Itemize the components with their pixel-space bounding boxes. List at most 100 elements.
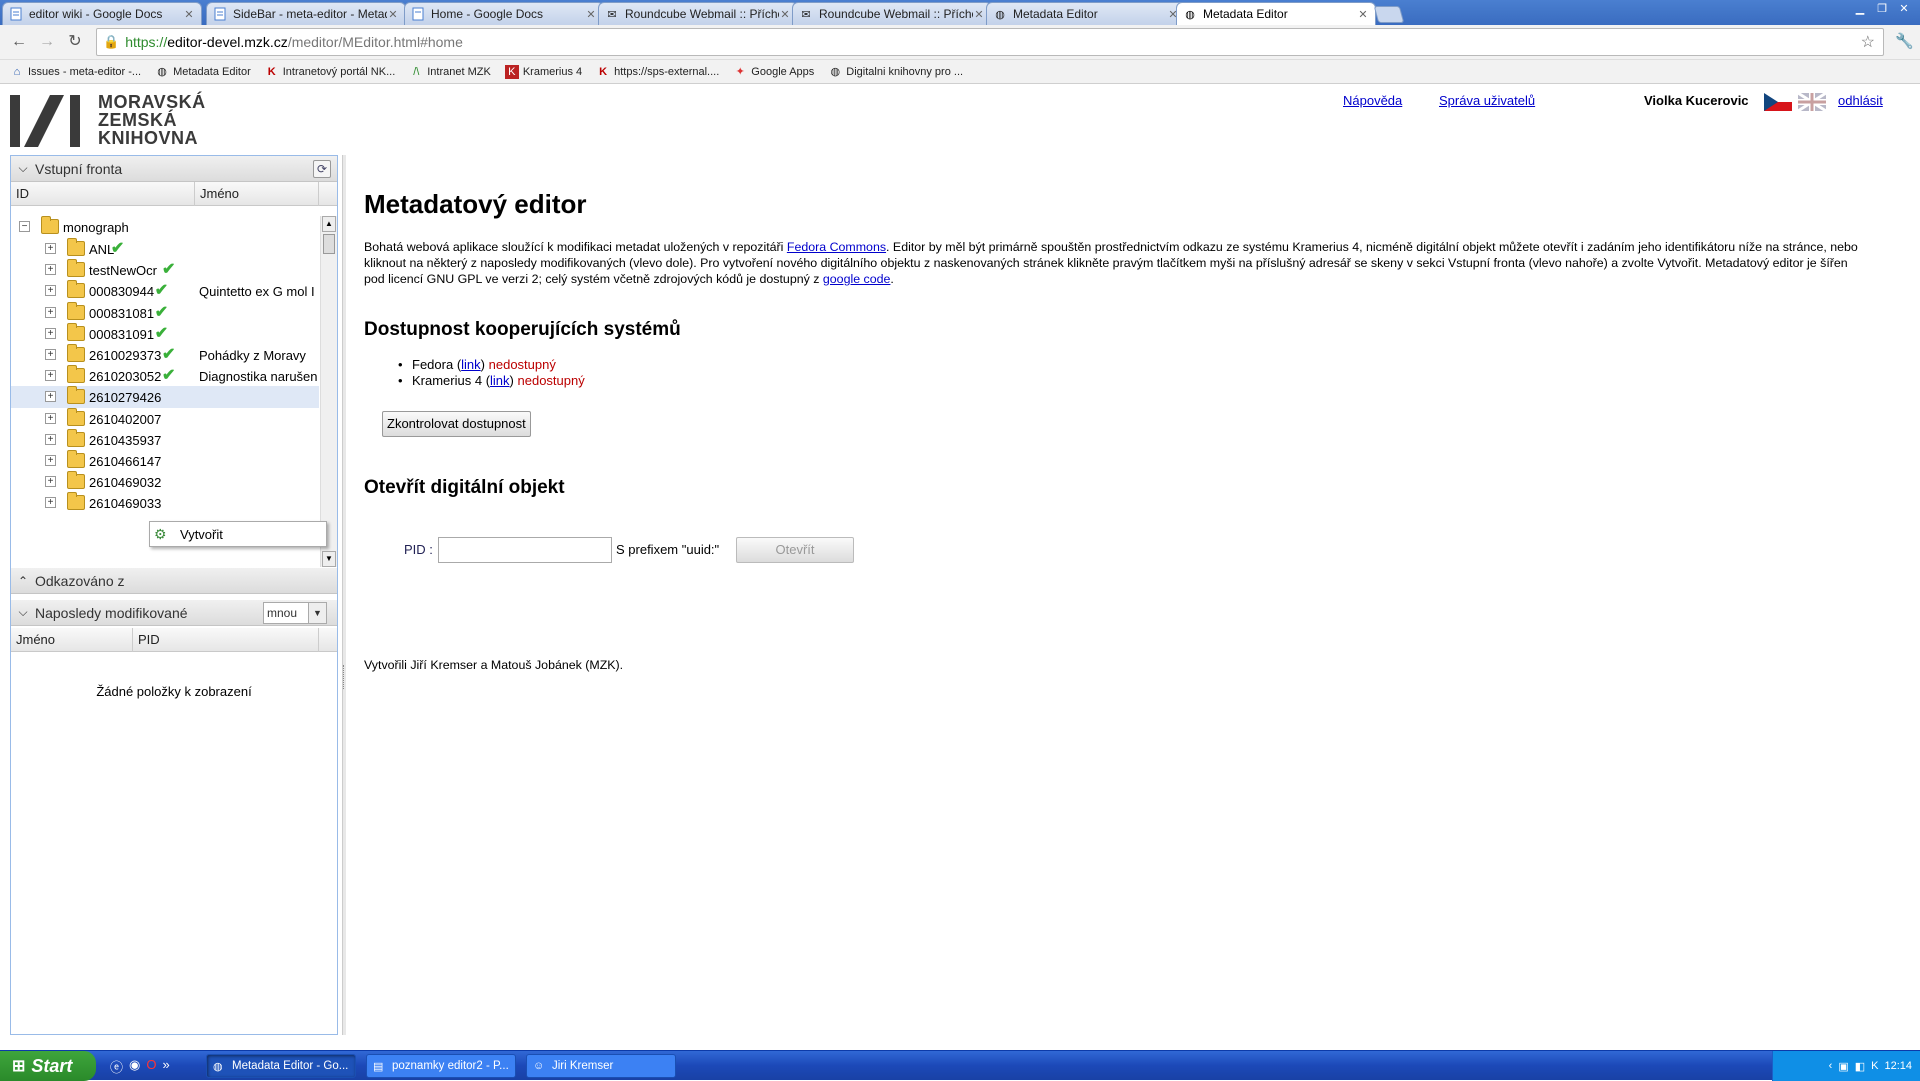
check-availability-button[interactable]: Zkontrolovat dostupnost — [382, 411, 531, 437]
tree-root[interactable]: − monograph — [11, 216, 319, 238]
expand-icon[interactable]: + — [45, 306, 56, 318]
star-icon[interactable]: ☆ — [1861, 32, 1875, 52]
splitter-grip[interactable] — [343, 665, 346, 689]
reload-icon[interactable]: ↻ — [64, 31, 86, 53]
chevron-down-icon[interactable]: ▼ — [308, 603, 326, 623]
tree-node[interactable]: +2610402007 — [11, 407, 319, 430]
taskbar-button[interactable]: ☺ Jiri Kremser — [526, 1054, 676, 1078]
scroll-up-icon[interactable]: ▲ — [322, 216, 336, 232]
opera-icon[interactable]: O — [146, 1057, 156, 1076]
bookmark[interactable]: K Intranetový portál NK... — [265, 65, 395, 79]
referenced-from-header[interactable]: ⌃ Odkazováno z — [11, 568, 337, 594]
collapse-icon[interactable]: − — [19, 221, 30, 232]
column-pid[interactable]: PID — [133, 628, 319, 652]
browser-tab-active[interactable]: ◍ Metadata Editor ✕ — [1176, 2, 1376, 25]
tree-scrollbar[interactable]: ▲ ▼ — [320, 216, 337, 567]
expand-icon[interactable]: + — [45, 412, 56, 424]
expand-icon[interactable]: + — [45, 243, 56, 254]
context-menu-create[interactable]: Vytvořit — [180, 527, 223, 542]
address-bar[interactable]: 🔒 https://editor-devel.mzk.cz/meditor/ME… — [96, 28, 1884, 56]
bookmark[interactable]: ⌂ Issues - meta-editor -... — [10, 65, 141, 79]
tree-node[interactable]: +2610435937 — [11, 428, 319, 451]
input-queue-header[interactable]: ⌵ Vstupní fronta ⟳ — [11, 156, 337, 182]
expand-icon[interactable]: + — [45, 285, 56, 297]
expand-icon[interactable]: + — [45, 391, 56, 403]
wrench-icon[interactable]: 🔧 — [1895, 32, 1914, 50]
tree-node[interactable]: +000831081 ✔ — [11, 301, 319, 324]
bookmark[interactable]: ◍ Metadata Editor — [155, 65, 250, 79]
help-link[interactable]: Nápověda — [1343, 93, 1402, 108]
close-icon[interactable]: ✕ — [1357, 8, 1369, 21]
google-code-link[interactable]: google code — [823, 272, 891, 286]
tree-node[interactable]: +2610466147 — [11, 450, 319, 472]
logout-link[interactable]: odhlásit — [1838, 93, 1883, 108]
close-icon[interactable]: ✕ — [183, 8, 195, 21]
tree-node[interactable]: +2610279426 — [11, 386, 319, 409]
bookmark[interactable]: Khttps://sps-external.... — [596, 65, 719, 79]
open-button[interactable]: Otevřít — [736, 537, 854, 563]
expand-icon[interactable]: + — [45, 327, 56, 339]
taskbar-button[interactable]: ▤ poznamky editor2 - P... — [366, 1054, 516, 1078]
bookmark[interactable]: K Kramerius 4 — [504, 64, 582, 79]
bookmark[interactable]: ◍ Digitalni knihovny pro ... — [828, 65, 963, 79]
scroll-down-icon[interactable]: ▼ — [322, 551, 336, 567]
bookmark[interactable]: /\ Intranet MZK — [409, 65, 491, 79]
recently-modified-header[interactable]: ⌵ Naposledy modifikované mnou ▼ — [11, 600, 337, 626]
close-window-icon[interactable]: ✕ — [1894, 2, 1914, 16]
restore-icon[interactable]: ❐ — [1872, 2, 1892, 16]
expand-icon[interactable]: + — [45, 455, 56, 466]
minimize-icon[interactable]: ▁ — [1850, 2, 1870, 16]
column-id[interactable]: ID — [11, 182, 195, 206]
tree-node[interactable]: + ANL ✔ — [11, 238, 319, 260]
taskbar-button[interactable]: ◍ Metadata Editor - Go... — [206, 1054, 356, 1078]
tray-arrow-icon[interactable]: ‹ — [1829, 1060, 1833, 1072]
expand-icon[interactable]: + — [45, 264, 56, 276]
tree-node[interactable]: +000831091 ✔ — [11, 322, 319, 345]
tree-node[interactable]: +2610469032 — [11, 471, 319, 493]
fedora-commons-link[interactable]: Fedora Commons — [787, 240, 886, 254]
close-icon[interactable]: ✕ — [973, 8, 985, 21]
column-name[interactable]: Jméno — [195, 182, 319, 206]
close-icon[interactable]: ✕ — [387, 8, 399, 21]
pid-input[interactable] — [438, 537, 612, 563]
new-tab-button[interactable] — [1373, 6, 1405, 23]
tree-node[interactable]: +2610469033 — [11, 492, 319, 514]
browser-icon[interactable]: ◉ — [129, 1057, 140, 1076]
scroll-thumb[interactable] — [323, 234, 335, 254]
refresh-icon[interactable]: ⟳ — [313, 160, 331, 178]
chevron-down-icon[interactable]: ⌵ — [11, 161, 35, 176]
expand-icon[interactable]: + — [45, 349, 56, 360]
user-management-link[interactable]: Správa uživatelů — [1439, 93, 1535, 108]
tree-node[interactable]: +2610029373 ✔ Pohádky z Moravy — [11, 344, 319, 366]
ie-icon[interactable]: ⓔ — [110, 1057, 123, 1076]
system-link[interactable]: link — [490, 373, 510, 388]
tree-node[interactable]: +000830944 ✔ Quintetto ex G mol I — [11, 280, 319, 302]
close-icon[interactable]: ✕ — [585, 8, 597, 21]
network-icon[interactable]: ▣ — [1838, 1060, 1848, 1073]
browser-tab[interactable]: ✉ Roundcube Webmail :: Příchoz ✕ — [598, 2, 798, 25]
browser-tab[interactable]: SideBar - meta-editor - Metad ✕ — [206, 2, 406, 25]
bookmark[interactable]: ✦ Google Apps — [733, 65, 815, 79]
more-icon[interactable]: » — [162, 1057, 169, 1076]
chevron-down-icon[interactable]: ⌵ — [11, 605, 35, 620]
czech-flag-icon[interactable] — [1764, 93, 1792, 111]
volume-icon[interactable]: ◧ — [1855, 1060, 1865, 1073]
start-button[interactable]: ⊞ Start — [0, 1051, 96, 1081]
column-name[interactable]: Jméno — [11, 628, 133, 652]
browser-tab[interactable]: ◍ Metadata Editor ✕ — [986, 2, 1186, 25]
english-flag-icon[interactable] — [1798, 93, 1826, 111]
browser-tab[interactable]: Home - Google Docs ✕ — [404, 2, 604, 25]
browser-tab[interactable]: editor wiki - Google Docs ✕ — [2, 2, 202, 25]
close-icon[interactable]: ✕ — [779, 8, 791, 21]
chevron-up-icon[interactable]: ⌃ — [11, 574, 35, 588]
expand-icon[interactable]: + — [45, 370, 56, 382]
system-link[interactable]: link — [461, 357, 481, 372]
expand-icon[interactable]: + — [45, 497, 56, 509]
tree-node[interactable]: + testNewOcr ✔ — [11, 259, 319, 281]
browser-tab[interactable]: ✉ Roundcube Webmail :: Příchoz ✕ — [792, 2, 992, 25]
modified-by-select[interactable]: mnou ▼ — [263, 602, 327, 624]
expand-icon[interactable]: + — [45, 476, 56, 488]
back-arrow-icon[interactable]: ← — [8, 31, 30, 53]
panel-splitter[interactable] — [342, 155, 346, 1035]
expand-icon[interactable]: + — [45, 433, 56, 445]
